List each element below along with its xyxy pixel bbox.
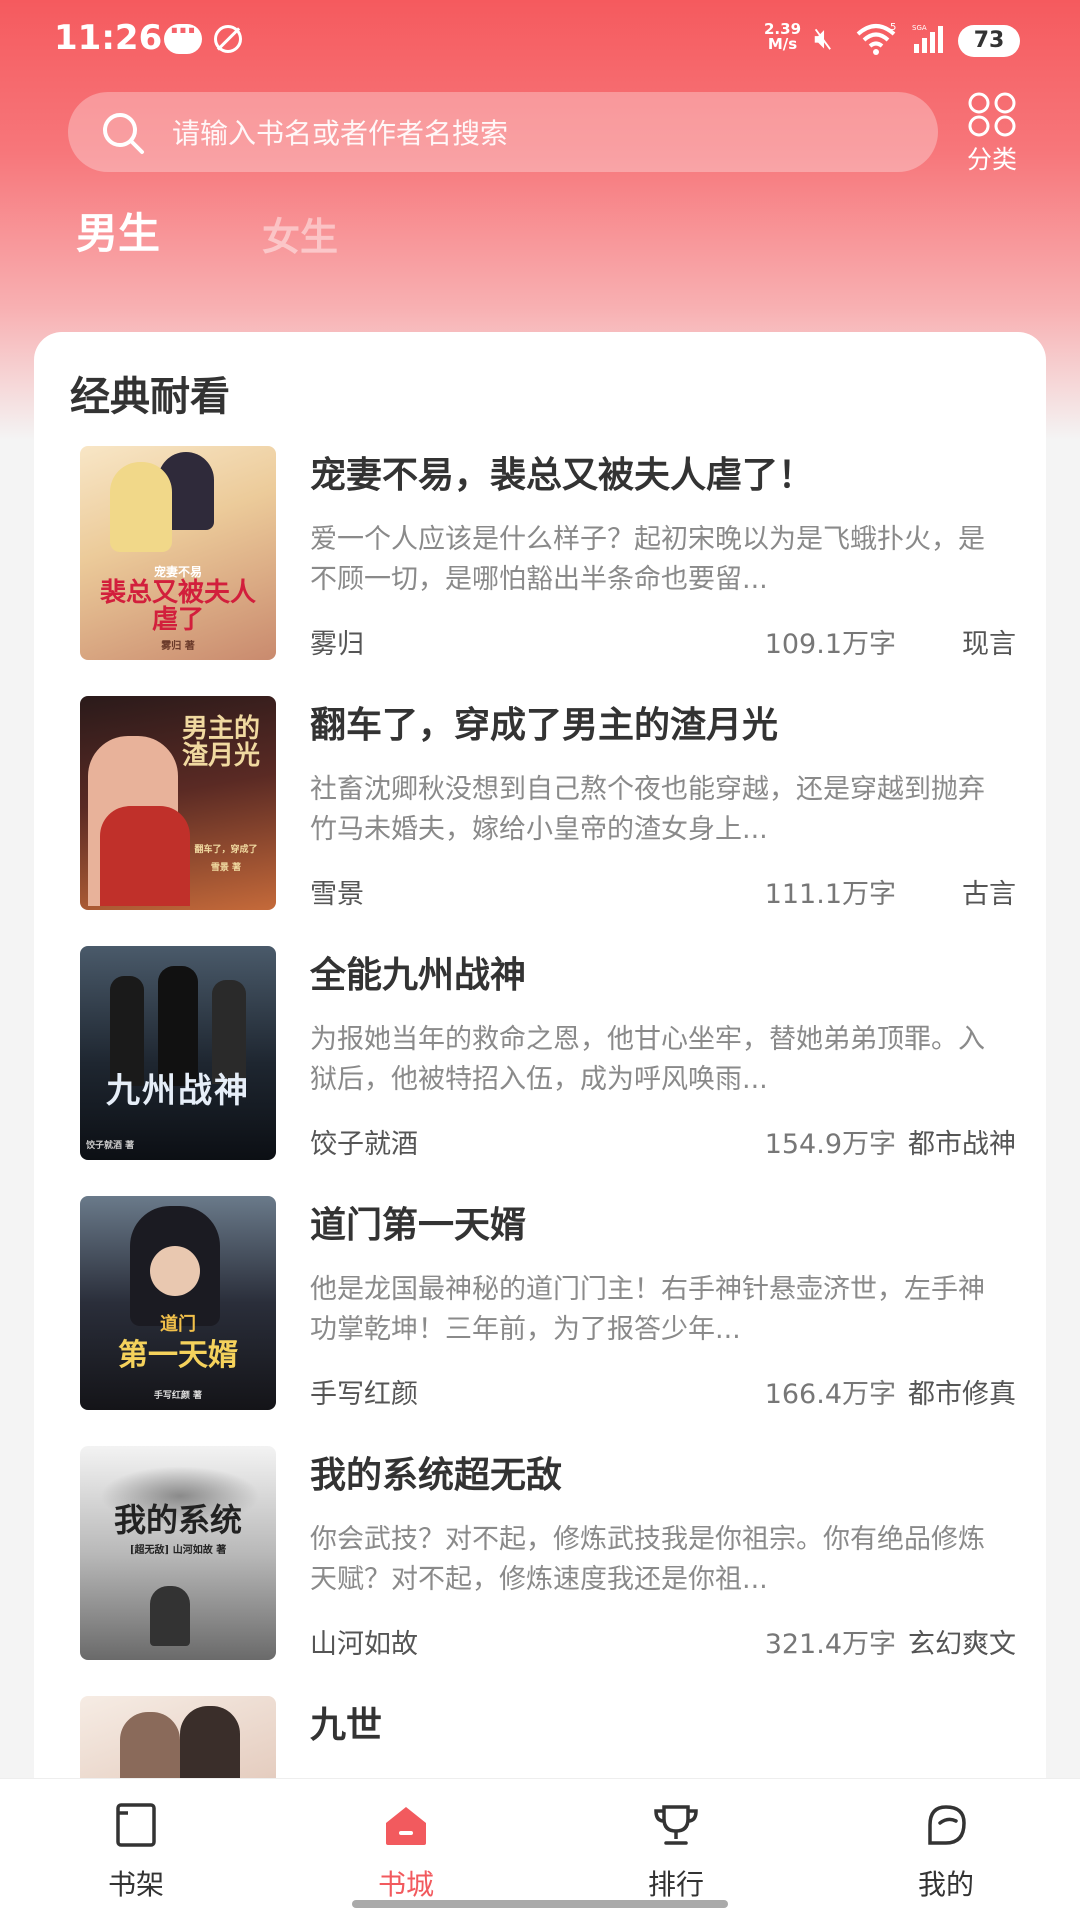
book-word-count: 166.4万字 (764, 1379, 896, 1410)
book-item[interactable]: 宠妻不易 裴总又被夫人虐了 雾归 著 宠妻不易，裴总又被夫人虐了！ 爱一个人应该… (80, 446, 1016, 664)
grid-icon (968, 92, 1016, 137)
trophy-icon (654, 1805, 698, 1845)
book-description: 爱一个人应该是什么样子？起初宋晚以为是飞蛾扑火，是不顾一切，是哪怕豁出半条命也要… (310, 524, 985, 595)
cover-title: 裴总又被夫人虐了 (99, 578, 256, 636)
book-word-count: 111.1万字 (764, 879, 896, 910)
book-item[interactable]: 男主的渣月光 翻车了，穿成了 雪景 著 翻车了，穿成了男主的渣月光 社畜沈卿秋没… (80, 696, 1016, 914)
mute-icon: 🔇︎ (814, 21, 833, 56)
book-author: 手写红颜 (310, 1379, 418, 1410)
cover-figure (212, 980, 246, 1084)
book-cover: 我的系统 [超无敌] 山河如故 著 (80, 1446, 276, 1660)
book-genre: 现言 (962, 629, 1016, 660)
cover-title: 男主的渣月光 (181, 714, 260, 772)
book-description: 你会武技？对不起，修炼武技我是你祖宗。你有绝品修炼天赋？对不起，修炼速度我还是你… (310, 1524, 985, 1595)
message-notification-icon (164, 14, 202, 54)
network-speed: 2.39 M/s (764, 22, 801, 52)
book-description: 社畜沈卿秋没想到自己熬个夜也能穿越，还是穿越到抛弃竹马未婚夫，嫁给小皇帝的渣女身… (310, 774, 985, 845)
signal-icon: SGA (912, 24, 943, 53)
book-cover: 道门 第一天婿 手写红颜 著 (80, 1196, 276, 1410)
cover-author: 雾归 著 (161, 641, 195, 652)
book-title[interactable]: 宠妻不易，裴总又被夫人虐了！ (310, 446, 814, 498)
book-word-count: 109.1万字 (764, 629, 896, 660)
cover-author: 雪景 著 (210, 863, 242, 873)
category-button[interactable]: 分类 (955, 92, 1029, 174)
cover-figure (110, 462, 172, 552)
book-description: 为报她当年的救命之恩，他甘心坐牢，替她弟弟顶罪。入狱后，他被特招入伍，成为呼风唤… (310, 1024, 985, 1095)
cover-subtitle: [超无敌] 山河如故 著 (129, 1545, 227, 1556)
nav-bookshelf[interactable]: 书架 (56, 1789, 216, 1909)
cover-figure (150, 1586, 190, 1646)
book-list-card: 经典耐看 宠妻不易 裴总又被夫人虐了 雾归 著 宠妻不易，裴总又被夫人虐了！ 爱… (34, 332, 1046, 1852)
book-word-count: 321.4万字 (764, 1629, 896, 1660)
book-item[interactable]: 道门 第一天婿 手写红颜 著 道门第一天婿 他是龙国最神秘的道门门主！右手神针悬… (80, 1196, 1016, 1414)
cover-subtitle: 翻车了，穿成了 (194, 845, 258, 855)
book-author: 山河如故 (310, 1629, 418, 1660)
bookshelf-icon (116, 1803, 156, 1847)
book-cover: 宠妻不易 裴总又被夫人虐了 雾归 著 (80, 446, 276, 660)
book-word-count: 154.9万字 (764, 1129, 896, 1160)
cover-figure (110, 976, 144, 1086)
book-title[interactable]: 我的系统超无敌 (310, 1446, 562, 1498)
cover-title: 第一天婿 (118, 1338, 238, 1373)
cover-author: 饺子就酒 著 (86, 1141, 135, 1151)
cover-author: 手写红颜 著 (153, 1391, 203, 1401)
battery-indicator: 73 (958, 25, 1020, 57)
book-genre: 玄幻爽文 (908, 1629, 1016, 1660)
signal-badge: SGA (912, 24, 927, 32)
status-bar: 11:26 2.39 M/s 🔇︎ 5 SGA 73 (0, 0, 1080, 80)
book-author: 雾归 (310, 629, 364, 660)
nav-ranking[interactable]: 排行 (596, 1789, 756, 1909)
book-cover: 九州战神 饺子就酒 著 (80, 946, 276, 1160)
cover-title: 九州战神 (106, 1071, 250, 1111)
network-speed-unit: M/s (767, 35, 798, 53)
cover-title: 我的系统 (113, 1501, 242, 1539)
book-item[interactable]: 我的系统 [超无敌] 山河如故 著 我的系统超无敌 你会武技？对不起，修炼武技我… (80, 1446, 1016, 1664)
nav-profile[interactable]: 我的 (866, 1789, 1026, 1909)
cover-subtitle: 宠妻不易 (153, 565, 202, 579)
wifi-icon: 5 (856, 22, 896, 55)
nav-label: 我的 (917, 1868, 974, 1901)
status-time: 11:26 (54, 18, 163, 58)
tab-male[interactable]: 男生 (76, 200, 160, 261)
profile-icon (928, 1805, 966, 1845)
cover-subtitle: 道门 (160, 1314, 196, 1335)
nav-label: 书城 (377, 1868, 434, 1901)
book-title[interactable]: 翻车了，穿成了男主的渣月光 (310, 696, 778, 748)
tab-female[interactable]: 女生 (262, 206, 338, 261)
book-description: 他是龙国最神秘的道门门主！右手神针悬壶济世，左手神功掌乾坤！三年前，为了报答少年… (310, 1274, 985, 1345)
cover-figure (100, 806, 190, 906)
section-title: 经典耐看 (70, 374, 230, 420)
book-title[interactable]: 道门第一天婿 (310, 1196, 526, 1248)
book-author: 饺子就酒 (310, 1129, 418, 1160)
store-icon (386, 1807, 426, 1845)
home-indicator[interactable] (352, 1900, 728, 1908)
book-title[interactable]: 九世 (310, 1696, 382, 1748)
book-genre: 都市修真 (908, 1379, 1016, 1410)
search-input[interactable] (170, 104, 914, 162)
no-disturb-icon (214, 25, 242, 53)
category-label: 分类 (966, 145, 1017, 174)
nav-label: 排行 (647, 1868, 704, 1901)
cover-figure (150, 1246, 200, 1296)
book-genre: 都市战神 (908, 1129, 1016, 1160)
book-item[interactable]: 九州战神 饺子就酒 著 全能九州战神 为报她当年的救命之恩，他甘心坐牢，替她弟弟… (80, 946, 1016, 1164)
search-bar[interactable] (68, 92, 938, 172)
search-icon (103, 113, 144, 154)
book-cover: 男主的渣月光 翻车了，穿成了 雪景 著 (80, 696, 276, 910)
nav-label: 书架 (107, 1868, 164, 1901)
book-title[interactable]: 全能九州战神 (310, 946, 526, 998)
book-author: 雪景 (310, 879, 364, 910)
cover-figure (158, 966, 198, 1086)
book-genre: 古言 (962, 879, 1016, 910)
nav-bookstore[interactable]: 书城 (326, 1789, 486, 1909)
wifi-badge: 5 (890, 22, 896, 33)
